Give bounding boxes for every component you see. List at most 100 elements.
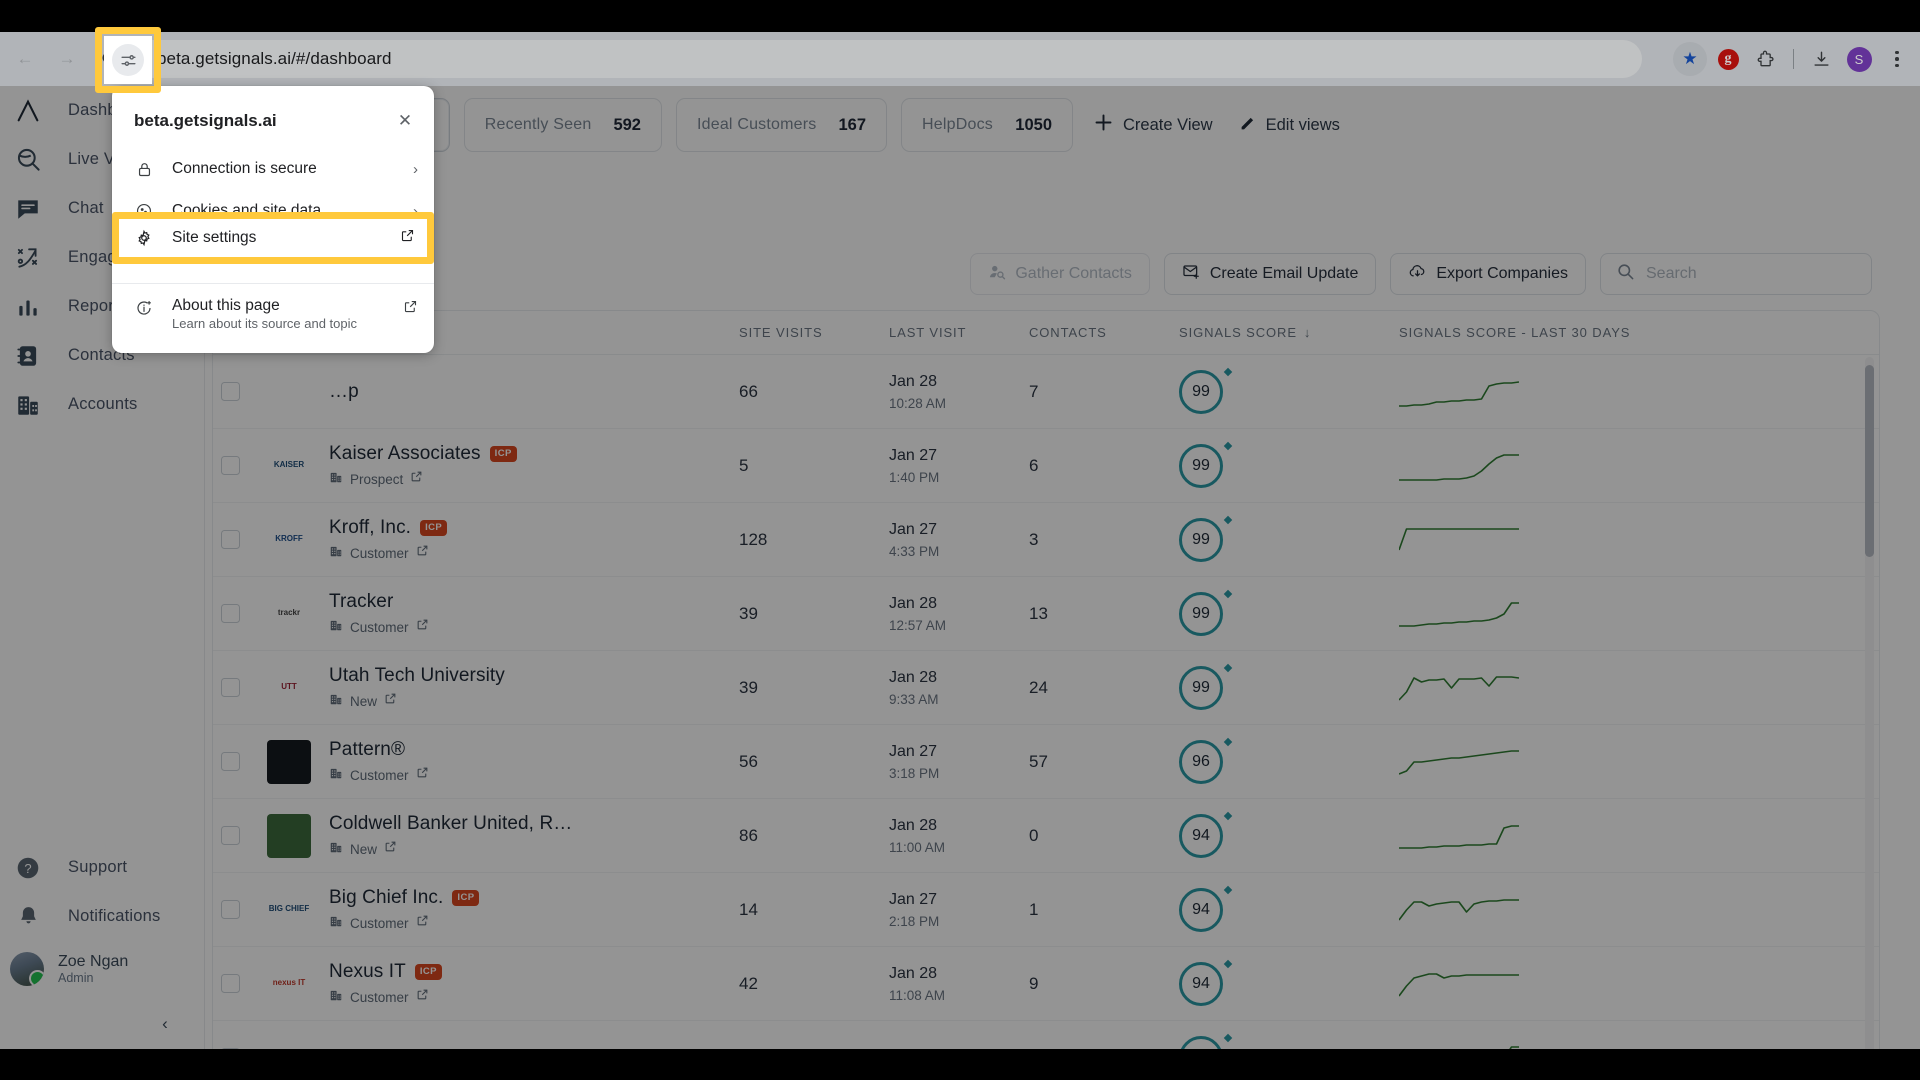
- last-visit-date: Jan 27: [889, 742, 938, 760]
- th-contacts[interactable]: CONTACTS: [1029, 325, 1179, 340]
- row-checkbox[interactable]: [221, 530, 240, 549]
- view-card[interactable]: Recently Seen 592: [463, 98, 662, 152]
- sidebar-label-support: Support: [68, 858, 128, 876]
- gather-contacts-button[interactable]: Gather Contacts: [970, 253, 1150, 295]
- sidebar-item-accounts[interactable]: Accounts: [0, 380, 204, 429]
- extensions-puzzle-icon[interactable]: [1749, 42, 1783, 76]
- sidebar-collapse-chevron-left-icon[interactable]: ‹: [148, 1007, 182, 1041]
- table-row[interactable]: BIG CHIEF Big Chief Inc. ICP Customer 14 Jan …: [213, 873, 1879, 947]
- company-name[interactable]: Kaiser Associates: [329, 443, 481, 465]
- table-row[interactable]: …p 66 Jan 28 10:28 AM 7 99: [213, 355, 1879, 429]
- extension-grammarly-icon[interactable]: g: [1711, 42, 1745, 76]
- bubble-item-about-page[interactable]: About this page Learn about its source a…: [112, 291, 434, 343]
- th-last-visit[interactable]: LAST VISIT: [889, 325, 1029, 340]
- th-signals-score-30d: SIGNALS SCORE - LAST 30 DAYS: [1399, 325, 1631, 340]
- bubble-item-connection-secure[interactable]: Connection is secure ›: [112, 148, 434, 190]
- create-view-button-label: Create View: [1123, 115, 1213, 134]
- browser-toolbar: ← → ⟳ beta.getsignals.ai/#/dashboard ★ g: [0, 32, 1920, 86]
- external-link-icon[interactable]: [416, 766, 429, 784]
- signals-score-sparkline: [1399, 668, 1779, 708]
- kebab-menu-icon[interactable]: [1880, 42, 1914, 76]
- table-row[interactable]: KAISER Kaiser Associates ICP Prospect 5 Jan 2…: [213, 429, 1879, 503]
- site-info-button-highlighted[interactable]: [104, 36, 152, 84]
- external-link-icon[interactable]: [416, 988, 429, 1006]
- row-checkbox[interactable]: [221, 1048, 240, 1049]
- signals-score-ring: 94: [1179, 961, 1223, 1006]
- company-name[interactable]: Nexus IT: [329, 961, 406, 983]
- edit-views-button[interactable]: Edit views: [1233, 114, 1346, 137]
- company-name[interactable]: Coldwell Banker United, R…: [329, 813, 572, 835]
- external-link-icon[interactable]: [384, 692, 397, 710]
- bubble-label-connection-secure: Connection is secure: [172, 160, 317, 177]
- table-scrollbar-thumb[interactable]: [1865, 365, 1874, 557]
- table-row[interactable]: trackr Tracker Customer 39 Jan 28 12:57 AM 13 9…: [213, 577, 1879, 651]
- row-checkbox[interactable]: [221, 826, 240, 845]
- table-row[interactable]: UTT Utah Tech University New 39 Jan 28 9:33 A…: [213, 651, 1879, 725]
- sidebar-bottom: ? Support Notifications Zoe Ngan Admin: [0, 843, 205, 997]
- last-visit-time: 4:33 PM: [889, 543, 940, 559]
- sidebar-item-support[interactable]: ? Support: [0, 843, 205, 892]
- row-checkbox[interactable]: [221, 382, 240, 401]
- signals-sparkle-icon: [1223, 959, 1233, 968]
- building-icon: [329, 470, 343, 489]
- accounts-building-icon: [6, 392, 50, 418]
- signals-score-value: 96: [1192, 752, 1210, 770]
- building-icon: [329, 692, 343, 711]
- last-visit-date: Jan 28: [889, 964, 938, 982]
- table-row[interactable]: Coldwell Banker United, R… New 86 Jan 28 11:…: [213, 799, 1879, 873]
- view-card[interactable]: Ideal Customers 167: [675, 98, 888, 152]
- table-row[interactable]: KROFF Kroff, Inc. ICP Customer 128 Jan 27 4:33…: [213, 503, 1879, 577]
- sidebar-label-chat: Chat: [68, 199, 104, 217]
- company-name[interactable]: Kroff, Inc.: [329, 517, 411, 539]
- close-icon[interactable]: ✕: [392, 108, 418, 134]
- signals-score-sparkline: [1399, 1038, 1779, 1049]
- view-card[interactable]: HelpDocs 1050: [901, 98, 1074, 152]
- contacts-value: 9: [1029, 973, 1039, 993]
- row-checkbox[interactable]: [221, 900, 240, 919]
- row-checkbox[interactable]: [221, 974, 240, 993]
- cloud-download-icon: [1408, 262, 1427, 286]
- back-arrow-icon[interactable]: ←: [8, 42, 42, 76]
- table-row[interactable]: USA USA Financial 4 Jan 228 94: [213, 1021, 1879, 1049]
- company-logo: KROFF: [267, 517, 311, 562]
- forward-arrow-icon[interactable]: →: [50, 42, 84, 76]
- external-link-icon[interactable]: [416, 544, 429, 562]
- contacts-value: 13: [1029, 603, 1048, 623]
- company-name[interactable]: Big Chief Inc.: [329, 887, 443, 909]
- company-name[interactable]: Utah Tech University: [329, 665, 505, 687]
- table-row[interactable]: Pattern® Customer 56 Jan 27 3:18 PM 57 96: [213, 725, 1879, 799]
- sidebar-profile[interactable]: Zoe Ngan Admin: [0, 941, 205, 997]
- last-visit-date: Jan 28: [889, 668, 938, 686]
- external-link-icon[interactable]: [416, 618, 429, 636]
- search-input[interactable]: Search: [1600, 253, 1872, 295]
- table-scrollbar[interactable]: [1865, 357, 1874, 1049]
- row-checkbox[interactable]: [221, 678, 240, 697]
- bell-icon: [6, 904, 50, 929]
- downloads-icon[interactable]: [1804, 42, 1838, 76]
- export-companies-button[interactable]: Export Companies: [1390, 253, 1586, 295]
- company-name[interactable]: …p: [329, 381, 359, 403]
- table-row[interactable]: nexus IT Nexus IT ICP Customer 42 Jan 28 11:08…: [213, 947, 1879, 1021]
- row-checkbox[interactable]: [221, 456, 240, 475]
- address-bar[interactable]: beta.getsignals.ai/#/dashboard: [112, 40, 1642, 78]
- external-link-icon[interactable]: [416, 914, 429, 932]
- bookmark-star-icon[interactable]: ★: [1673, 42, 1707, 76]
- company-name[interactable]: Pattern®: [329, 739, 405, 761]
- external-link-icon[interactable]: [410, 470, 423, 488]
- th-signals-score[interactable]: SIGNALS SCORE ↓: [1179, 325, 1399, 340]
- site-info-header: beta.getsignals.ai ✕: [112, 96, 434, 148]
- contacts-value: 6: [1029, 455, 1039, 475]
- row-checkbox[interactable]: [221, 604, 240, 623]
- create-view-button[interactable]: Create View: [1087, 112, 1219, 138]
- company-name[interactable]: Tracker: [329, 591, 393, 613]
- create-email-update-button[interactable]: Create Email Update: [1163, 253, 1377, 295]
- row-checkbox[interactable]: [221, 752, 240, 771]
- external-link-icon[interactable]: [384, 840, 397, 858]
- company-name[interactable]: USA Financial: [329, 1047, 450, 1050]
- tune-settings-icon: [112, 44, 144, 76]
- site-visits-value: 86: [739, 825, 758, 845]
- sidebar-item-notifications[interactable]: Notifications: [0, 892, 205, 941]
- th-site-visits[interactable]: SITE VISITS: [739, 325, 889, 340]
- site-settings-row-highlighted[interactable]: Site settings: [119, 219, 427, 257]
- profile-avatar[interactable]: S: [1842, 42, 1876, 76]
